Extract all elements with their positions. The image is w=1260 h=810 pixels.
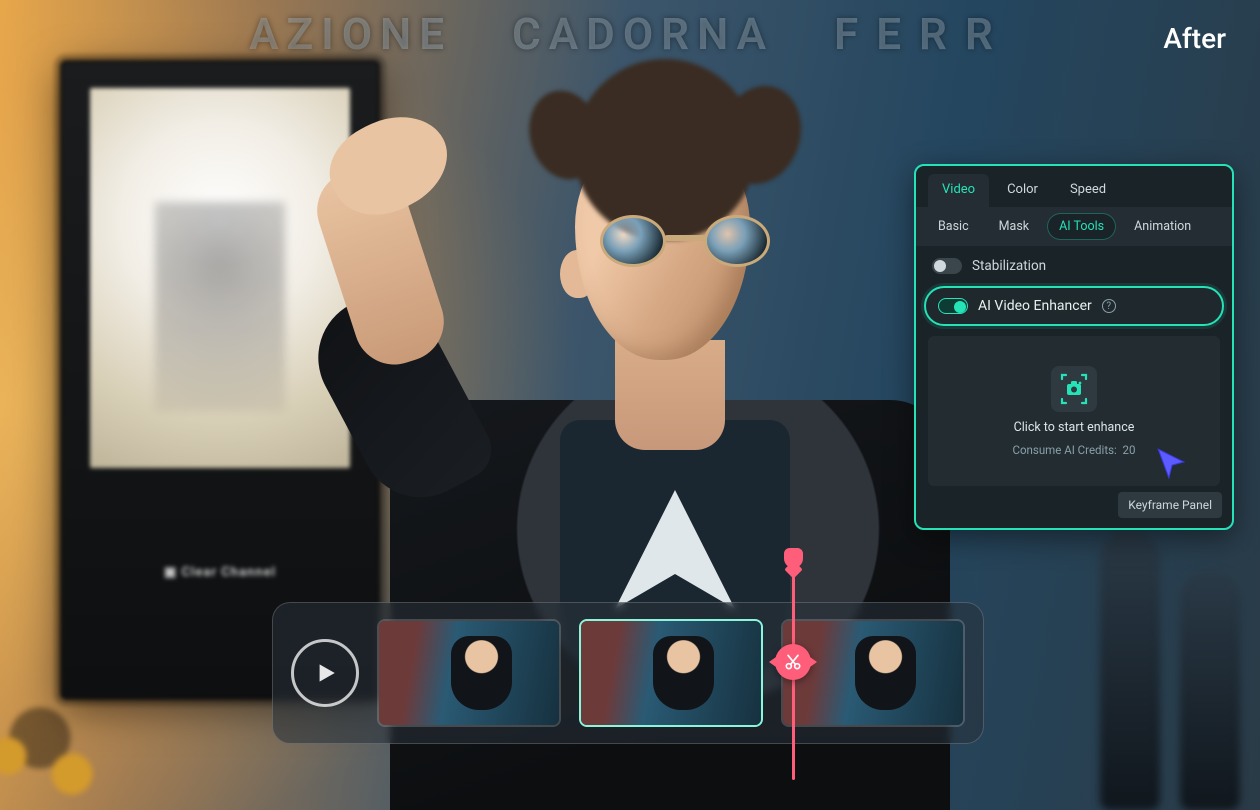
tab-mask[interactable]: Mask xyxy=(987,213,1042,240)
tab-color[interactable]: Color xyxy=(993,174,1052,207)
timeline-bar xyxy=(272,602,984,744)
stage: AZIONECADORNAFERR ▣ Clear Channel After … xyxy=(0,0,1260,810)
ai-video-enhancer-row: AI Video Enhancer ? xyxy=(924,286,1224,326)
keyframe-panel-button[interactable]: Keyframe Panel xyxy=(1118,492,1222,518)
comparison-label: After xyxy=(1163,22,1226,55)
tab-speed[interactable]: Speed xyxy=(1056,174,1120,207)
stabilization-label: Stabilization xyxy=(972,258,1046,274)
tab-animation[interactable]: Animation xyxy=(1122,213,1203,240)
ai-video-enhancer-label: AI Video Enhancer xyxy=(978,298,1092,314)
stabilization-row: Stabilization xyxy=(916,246,1232,286)
timeline-clip[interactable] xyxy=(579,619,763,727)
ai-video-enhancer-toggle[interactable] xyxy=(938,298,968,314)
camera-enhance-icon xyxy=(1058,373,1090,405)
play-button[interactable] xyxy=(291,639,359,707)
panel-top-tabs: Video Color Speed xyxy=(916,166,1232,207)
tab-video[interactable]: Video xyxy=(928,174,989,207)
background-pedestrian xyxy=(1100,530,1160,810)
tab-basic[interactable]: Basic xyxy=(926,213,981,240)
background-bikes xyxy=(0,630,120,810)
help-icon[interactable]: ? xyxy=(1102,299,1116,313)
timeline-clip[interactable] xyxy=(781,619,965,727)
tab-ai-tools[interactable]: AI Tools xyxy=(1047,213,1116,240)
play-icon xyxy=(312,660,338,686)
timeline-clip[interactable] xyxy=(377,619,561,727)
start-enhance-button[interactable] xyxy=(1051,366,1097,412)
enhance-box: Click to start enhance Consume AI Credit… xyxy=(928,336,1220,486)
background-pedestrian xyxy=(1180,570,1240,810)
properties-panel: Video Color Speed Basic Mask AI Tools An… xyxy=(914,164,1234,530)
enhance-credits: Consume AI Credits: 20 xyxy=(1013,443,1136,457)
stabilization-toggle[interactable] xyxy=(932,258,962,274)
panel-sub-tabs: Basic Mask AI Tools Animation xyxy=(916,207,1232,246)
enhance-caption: Click to start enhance xyxy=(1014,420,1135,435)
sunglasses-icon xyxy=(600,215,770,271)
